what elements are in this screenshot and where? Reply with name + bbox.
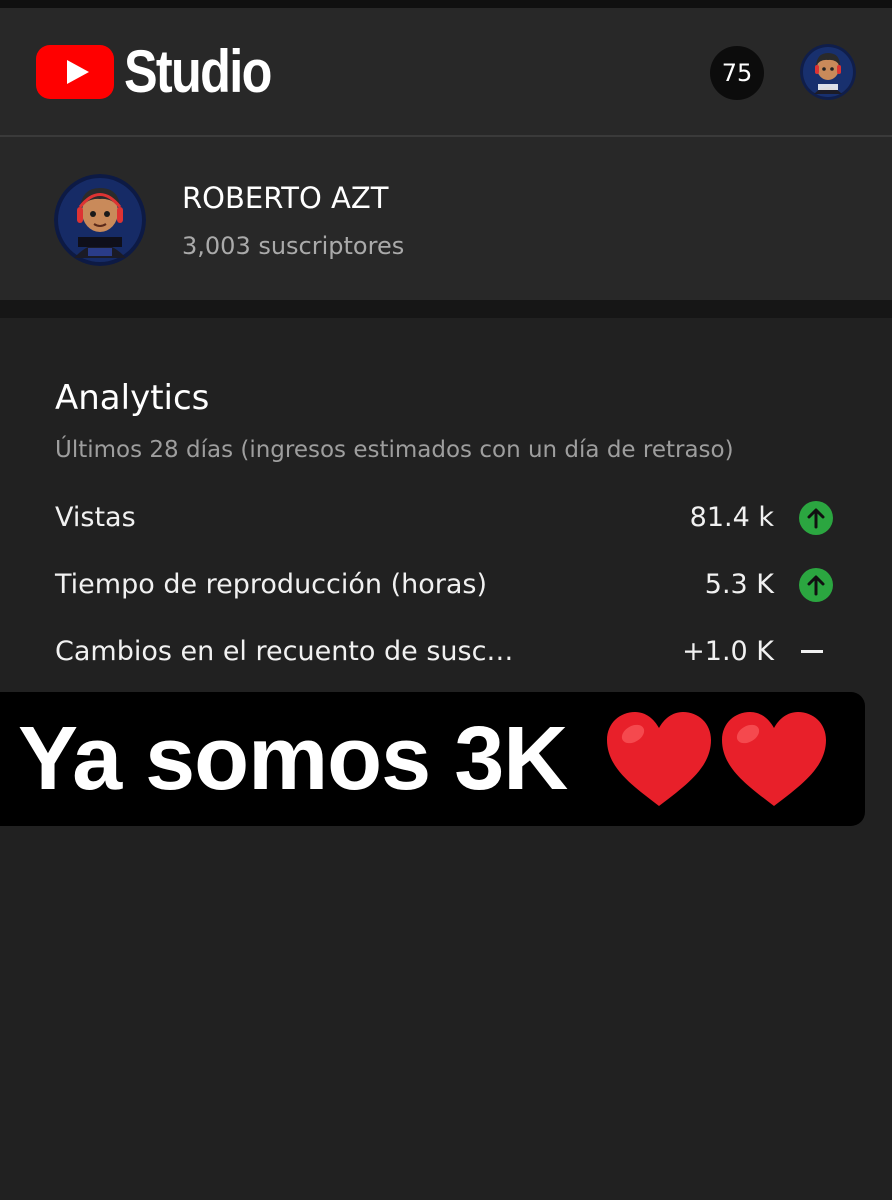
analytics-title: Analytics <box>55 378 210 418</box>
metric-row-watch-time[interactable]: Tiempo de reproducción (horas) 5.3 K <box>0 560 892 610</box>
channel-name: ROBERTO AZT <box>182 181 389 215</box>
notifications-badge[interactable]: 75 <box>710 46 764 100</box>
metric-value: 5.3 K <box>704 569 774 600</box>
metric-label: Cambios en el recuento de susc… <box>55 636 514 667</box>
subscriber-count: 3,003 suscriptores <box>182 232 405 260</box>
youtube-play-icon[interactable] <box>36 45 114 99</box>
trend-up-icon <box>799 568 833 602</box>
youtube-studio-screen: Studio 75 ROBERTO AZT 3,003 suscriptores… <box>0 0 892 1200</box>
trend-flat-icon <box>801 650 823 653</box>
metric-value: +1.0 K <box>682 636 774 667</box>
red-heart-icon <box>718 710 830 810</box>
channel-avatar-icon <box>54 174 146 266</box>
metric-row-views[interactable]: Vistas 81.4 k <box>0 493 892 543</box>
section-gap <box>0 300 892 318</box>
trend-up-icon <box>799 501 833 535</box>
account-avatar-icon[interactable] <box>800 44 856 100</box>
metric-label: Tiempo de reproducción (horas) <box>55 569 487 600</box>
status-bar-strip <box>0 0 892 8</box>
metric-label: Vistas <box>55 502 136 533</box>
caption-text: Ya somos 3K <box>18 709 568 809</box>
metric-value: 81.4 k <box>689 502 774 533</box>
metric-row-subscribers[interactable]: Cambios en el recuento de susc… +1.0 K <box>0 627 892 677</box>
red-heart-icon <box>603 710 715 810</box>
app-name: Studio <box>124 38 272 105</box>
analytics-subtitle: Últimos 28 días (ingresos estimados con … <box>55 437 734 463</box>
